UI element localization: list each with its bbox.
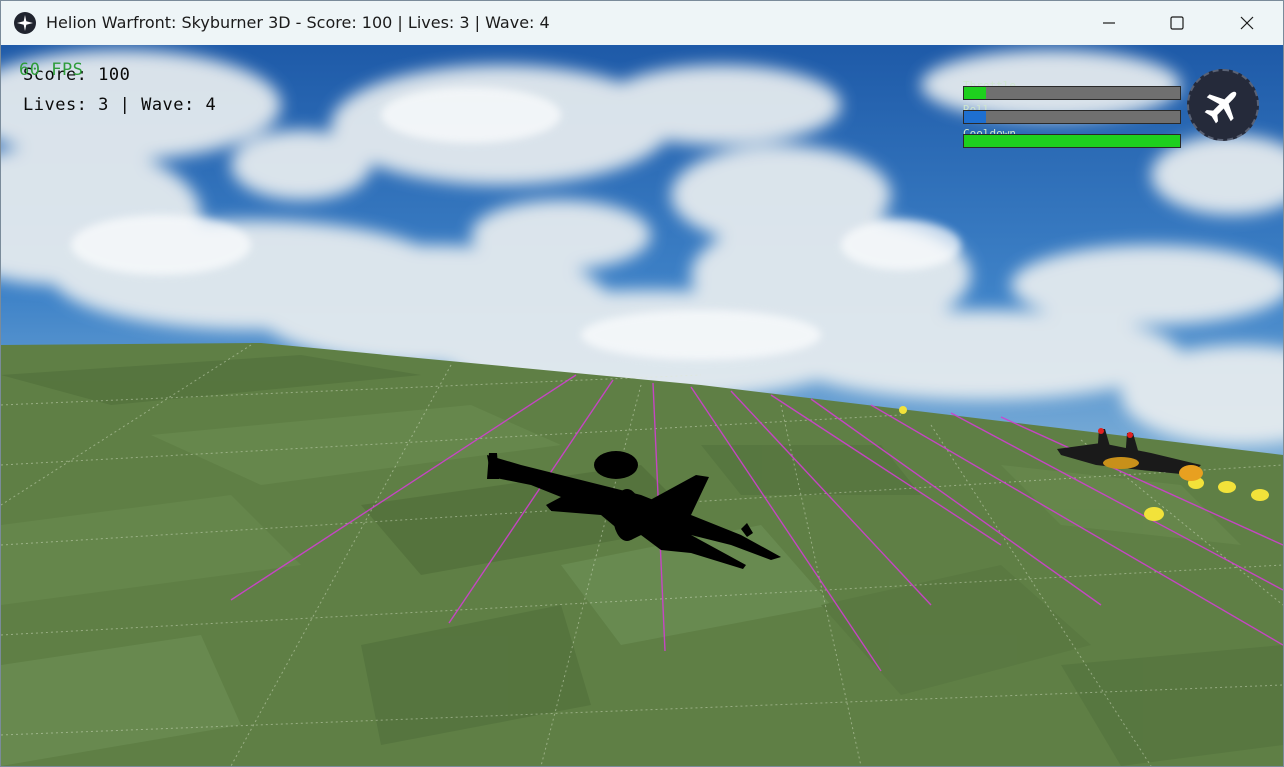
window-title: Helion Warfront: Skyburner 3D - Score: 1… [46,13,550,32]
close-icon [1240,16,1254,30]
game-scene [1,45,1283,766]
maximize-button[interactable] [1142,1,1212,45]
fps-counter: 60 FPS [19,60,84,80]
roll-bar [963,110,1181,124]
game-viewport[interactable]: Score: 100 60 FPS Lives: 3 | Wave: 4 Thr… [1,45,1283,766]
throttle-bar [963,86,1181,100]
game-window: Helion Warfront: Skyburner 3D - Score: 1… [0,0,1284,767]
app-icon [14,12,36,34]
title-bar: Helion Warfront: Skyburner 3D - Score: 1… [1,1,1283,45]
cooldown-bar-fill [964,135,1180,147]
roll-bar-fill [964,111,986,123]
close-button[interactable] [1212,1,1282,45]
radar [1187,69,1259,141]
minimize-icon [1103,22,1115,24]
maximize-icon [1170,16,1184,30]
minimize-button[interactable] [1074,1,1144,45]
cooldown-bar [963,134,1181,148]
airplane-icon [1204,91,1237,124]
lives-wave-label: Lives: 3 | Wave: 4 [23,95,217,115]
throttle-bar-fill [964,87,986,99]
